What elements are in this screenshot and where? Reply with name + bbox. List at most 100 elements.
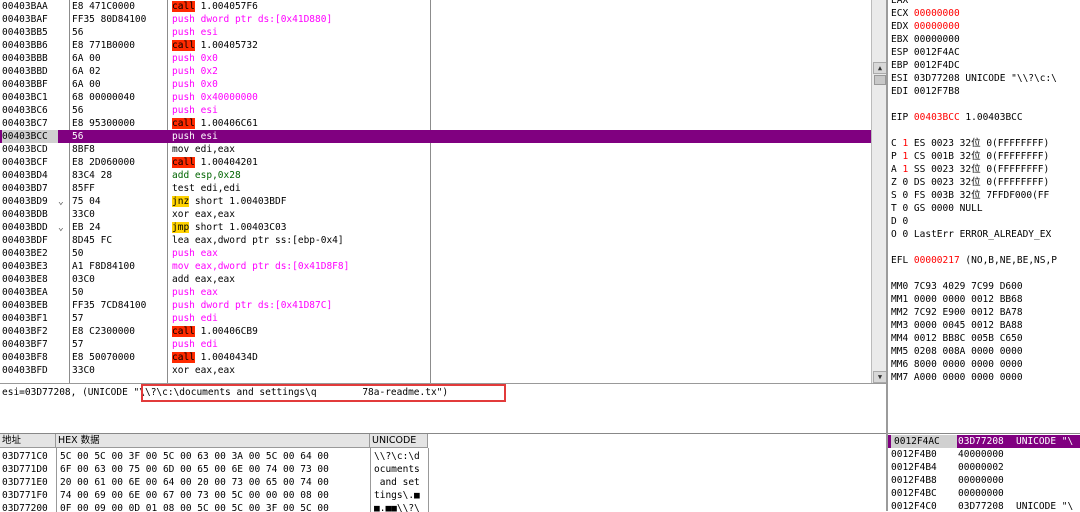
register-row[interactable]: D 0 [891, 215, 914, 228]
register-value[interactable]: 03D77208 UNICODE "\\?\c:\ [914, 73, 1057, 84]
register-row[interactable]: MM2 7C92 E900 0012 BA78 [891, 306, 1023, 319]
register-value[interactable]: 0012F4AC [914, 47, 960, 58]
dump-row[interactable]: 03D771D0 6F 00 63 00 75 00 6D 00 65 00 6E… [0, 463, 886, 476]
register-value[interactable]: DS 0023 32位 0(FFFFFFFF) [914, 177, 1049, 188]
register-value[interactable]: 00000000 [914, 21, 960, 32]
register-value[interactable]: 0000 0045 0012 BA88 [914, 320, 1023, 331]
disasm-row[interactable]: 00403BDB 33C0 xor eax,eax [0, 208, 871, 221]
register-value[interactable]: 8000 0000 0000 0000 [914, 359, 1023, 370]
disasm-row[interactable]: 00403BE3 A1 F8D84100 mov eax,dword ptr ds:… [0, 260, 871, 273]
register-row[interactable]: EBX 00000000 [891, 33, 960, 46]
register-row[interactable]: EIP 00403BCC 1.00403BCC [891, 111, 1023, 124]
register-row[interactable]: MM1 0000 0000 0012 BB68 [891, 293, 1023, 306]
dump-header-unicode[interactable]: UNICODE [370, 434, 428, 448]
register-row[interactable]: MM4 0012 BB8C 005B C650 [891, 332, 1023, 345]
register-value[interactable]: 0012F7B8 [914, 86, 960, 97]
register-row[interactable]: ESP 0012F4AC [891, 46, 960, 59]
disasm-row[interactable]: 00403BF8 E8 50070000 call 1.0040434D [0, 351, 871, 364]
disasm-row[interactable]: 00403BCD 8BF8 mov edi,eax [0, 143, 871, 156]
dump-row[interactable]: 03D771E0 20 00 61 00 6E 00 64 00 20 00 73… [0, 476, 886, 489]
register-row[interactable]: MM7 A000 0000 0000 0000 [891, 371, 1023, 383]
disasm-row[interactable]: 00403BBD 6A 02 push 0x2 [0, 65, 871, 78]
dump-header-address[interactable]: 地址 [0, 434, 56, 448]
register-value[interactable]: 00000000 [914, 8, 960, 19]
register-row[interactable]: ESI 03D77208 UNICODE "\\?\c:\ [891, 72, 1057, 85]
disasm-row[interactable]: 00403BD9 ⌄ 75 04 jnz short 1.00403BDF [0, 195, 871, 208]
register-value[interactable]: 7C92 E900 0012 BA78 [914, 307, 1023, 318]
stack-row[interactable]: 0012F4B8 00000000 [888, 474, 1080, 487]
register-row[interactable]: O 0 LastErr ERROR_ALREADY_EX [891, 228, 1051, 241]
register-value[interactable]: 0012 BB8C 005B C650 [914, 333, 1023, 344]
disasm-row[interactable]: 00403BD7 85FF test edi,edi [0, 182, 871, 195]
register-row[interactable]: EAX [891, 0, 974, 7]
register-row[interactable]: MM3 0000 0045 0012 BA88 [891, 319, 1023, 332]
disasm-row[interactable]: 00403BD4 83C4 28 add esp,0x28 [0, 169, 871, 182]
scroll-up-icon[interactable]: ▲ [873, 62, 887, 74]
dump-row[interactable]: 03D771C0 5C 00 5C 00 3F 00 5C 00 63 00 3A… [0, 450, 886, 463]
disasm-row[interactable]: 00403BC6 56 push esi [0, 104, 871, 117]
register-row[interactable]: MM5 0208 008A 0000 0000 [891, 345, 1023, 358]
register-row[interactable]: ECX 00000000 [891, 7, 960, 20]
disasm-row[interactable]: 00403BF7 57 push edi [0, 338, 871, 351]
dump-header-hex[interactable]: HEX 数据 [56, 434, 370, 448]
register-value[interactable]: 00403BCC [914, 112, 960, 123]
register-row[interactable]: EDI 0012F7B8 [891, 85, 960, 98]
disasm-row[interactable]: 00403BFD 33C0 xor eax,eax [0, 364, 871, 377]
disasm-row[interactable]: 00403BDD ⌄ EB 24 jmp short 1.00403C03 [0, 221, 871, 234]
registers-pane[interactable]: EAX ECX 00000000 EDX 00000000 EBX 00000000… [888, 0, 1080, 383]
register-value[interactable]: SS 0023 32位 0(FFFFFFFF) [914, 164, 1049, 175]
scroll-thumb[interactable] [874, 75, 886, 85]
stack-row[interactable]: 0012F4B0 40000000 [888, 448, 1080, 461]
stack-row[interactable]: 0012F4B4 00000002 [888, 461, 1080, 474]
register-value[interactable]: ES 0023 32位 0(FFFFFFFF) [914, 138, 1049, 149]
stack-row[interactable]: 0012F4C0 03D77208 UNICODE "\ [888, 500, 1080, 512]
register-row[interactable]: MM0 7C93 4029 7C99 D600 [891, 280, 1023, 293]
register-row[interactable]: EBP 0012F4DC [891, 59, 960, 72]
disasm-row[interactable]: 00403BEB FF35 7CD84100 push dword ptr ds:[… [0, 299, 871, 312]
disasm-row[interactable]: 00403BCC 56 push esi [0, 130, 871, 143]
disasm-row[interactable]: 00403BAF FF35 80D84100 push dword ptr ds:[… [0, 13, 871, 26]
register-value[interactable]: 7C93 4029 7C99 D600 [914, 281, 1023, 292]
register-row[interactable]: C 1 ES 0023 32位 0(FFFFFFFF) [891, 137, 1049, 150]
disasm-row[interactable]: 00403BF1 57 push edi [0, 312, 871, 325]
scroll-down-icon[interactable]: ▼ [873, 371, 887, 383]
register-value[interactable]: CS 001B 32位 0(FFFFFFFF) [914, 151, 1049, 162]
register-row[interactable]: S 0 FS 003B 32位 7FFDF000(FF [891, 189, 1049, 202]
stack-pane[interactable]: 0012F4AC 03D77208 UNICODE "\ 0012F4B0 400000… [888, 433, 1080, 512]
disasm-row[interactable]: 00403BC7 E8 95300000 call 1.00406C61 [0, 117, 871, 130]
register-value[interactable]: FS 003B 32位 7FFDF000(FF [914, 190, 1049, 201]
disasm-row[interactable]: 00403BC1 68 00000040 push 0x40000000 [0, 91, 871, 104]
disasm-row[interactable]: 00403BB6 E8 771B0000 call 1.00405732 [0, 39, 871, 52]
register-value[interactable]: A000 0000 0000 0000 [914, 372, 1023, 383]
hex-dump-pane[interactable]: 地址 HEX 数据 UNICODE 03D771C0 5C 00 5C 00 3F… [0, 433, 886, 512]
disasm-row[interactable]: 00403BBB 6A 00 push 0x0 [0, 52, 871, 65]
register-row[interactable]: T 0 GS 0000 NULL [891, 202, 983, 215]
disasm-row[interactable]: 00403BDF 8D45 FC lea eax,dword ptr ss:[ebp… [0, 234, 871, 247]
register-value[interactable]: 0000 0000 0012 BB68 [914, 294, 1023, 305]
register-row[interactable]: EDX 00000000 [891, 20, 960, 33]
disasm-row[interactable]: 00403BE8 03C0 add eax,eax [0, 273, 871, 286]
disasm-row[interactable]: 00403BEA 50 push eax [0, 286, 871, 299]
register-value[interactable]: 0012F4DC [914, 60, 960, 71]
disasm-row[interactable]: 00403BCF E8 2D060000 call 1.00404201 [0, 156, 871, 169]
register-value[interactable]: LastErr ERROR_ALREADY_EX [914, 229, 1051, 240]
register-row[interactable]: Z 0 DS 0023 32位 0(FFFFFFFF) [891, 176, 1049, 189]
register-value[interactable]: 00000000 [914, 34, 960, 45]
dump-row[interactable]: 03D771F0 74 00 69 00 6E 00 67 00 73 00 5C… [0, 489, 886, 502]
disassembly-pane[interactable]: 00403BAA E8 471C0000 call 1.004057F6 00403B… [0, 0, 871, 383]
stack-row[interactable]: 0012F4BC 00000000 [888, 487, 1080, 500]
register-row[interactable]: P 1 CS 001B 32位 0(FFFFFFFF) [891, 150, 1049, 163]
disasm-row[interactable]: 00403BE2 50 push eax [0, 247, 871, 260]
register-value[interactable]: 00000217 [914, 255, 960, 266]
register-row[interactable]: A 1 SS 0023 32位 0(FFFFFFFF) [891, 163, 1049, 176]
disassembly-scrollbar[interactable]: ▲ ▼ [871, 0, 887, 383]
disasm-row[interactable]: 00403BBF 6A 00 push 0x0 [0, 78, 871, 91]
register-row[interactable]: EFL 00000217 (NO,B,NE,BE,NS,P [891, 254, 1057, 267]
register-value[interactable]: GS 0000 NULL [914, 203, 983, 214]
register-value[interactable]: 0208 008A 0000 0000 [914, 346, 1023, 357]
disasm-row[interactable]: 00403BB5 56 push esi [0, 26, 871, 39]
disasm-row[interactable]: 00403BAA E8 471C0000 call 1.004057F6 [0, 0, 871, 13]
disasm-row[interactable]: 00403BF2 E8 C2300000 call 1.00406CB9 [0, 325, 871, 338]
stack-row[interactable]: 0012F4AC 03D77208 UNICODE "\ [888, 435, 1080, 448]
register-row[interactable]: MM6 8000 0000 0000 0000 [891, 358, 1023, 371]
